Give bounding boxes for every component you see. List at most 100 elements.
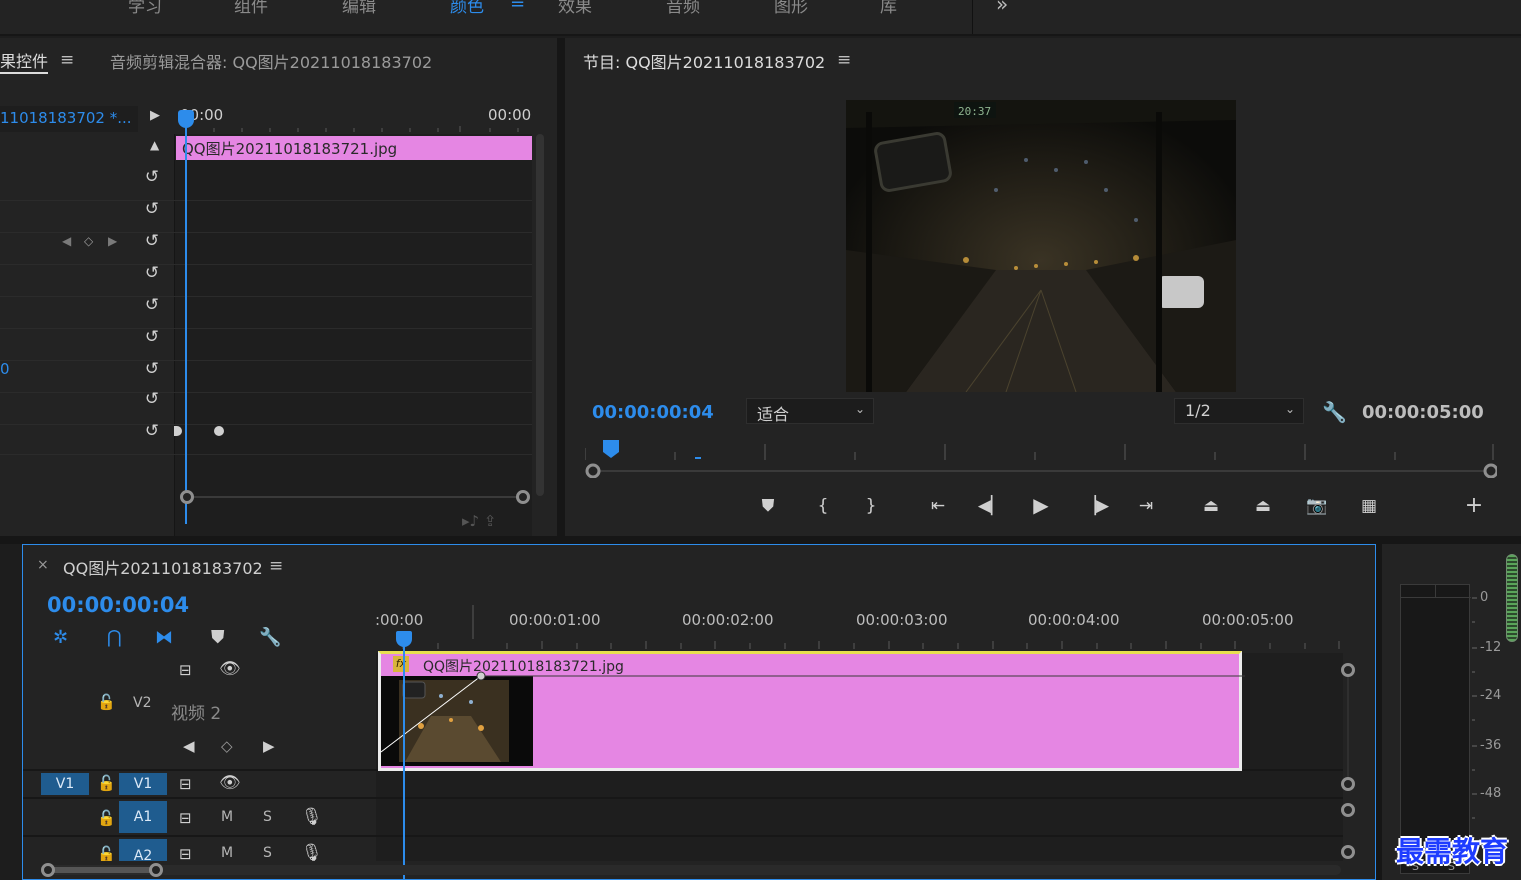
sync-lock-icon[interactable]: ⊟	[179, 845, 192, 861]
collapse-up-icon[interactable]: ▲	[150, 138, 159, 152]
reset-icon[interactable]: ↺	[142, 200, 162, 218]
scroll-thumb[interactable]	[49, 867, 157, 873]
prev-keyframe-icon[interactable]: ◀	[62, 234, 71, 248]
mark-in-icon[interactable]: {	[809, 496, 837, 516]
add-marker-icon[interactable]: ⛊	[211, 627, 225, 648]
go-to-in-icon[interactable]: ⇤	[924, 496, 952, 516]
go-to-out-icon[interactable]: ⇥	[1132, 496, 1160, 516]
property-value[interactable]: 0	[0, 360, 10, 378]
panel-menu-icon[interactable]: ≡	[837, 50, 851, 70]
effect-controls-ruler[interactable]: 00:00 00:00	[174, 100, 532, 132]
workspace-tab-libraries[interactable]: 库	[880, 0, 897, 17]
scroll-knob-right[interactable]	[516, 490, 530, 504]
wrench-icon[interactable]: 🔧	[259, 627, 281, 648]
timeline-horizontal-scrollbar[interactable]	[41, 863, 1341, 877]
scroll-knob[interactable]	[1341, 663, 1355, 677]
program-time-ruler[interactable]	[584, 438, 1499, 479]
track-target-a1[interactable]: A1	[119, 801, 167, 833]
workspace-tab-color[interactable]: 颜色	[450, 0, 484, 17]
workspace-tab-learn[interactable]: 学习	[128, 0, 162, 17]
workspace-menu-icon[interactable]: ≡	[510, 0, 525, 13]
vertical-scrollbar[interactable]	[536, 134, 544, 496]
linked-selection-icon[interactable]: ⧓	[155, 627, 173, 648]
solo-button[interactable]: S	[263, 809, 272, 825]
next-keyframe-icon[interactable]: ▶	[108, 234, 117, 248]
add-marker-icon[interactable]: ⛊	[754, 496, 782, 516]
step-forward-icon[interactable]: ▕▶	[1082, 496, 1110, 516]
sequence-clip-label[interactable]: 11018183702 *...	[0, 106, 138, 132]
track-lane-a2[interactable]	[376, 837, 1343, 861]
close-icon[interactable]: ×	[37, 557, 49, 573]
timeline-timecode[interactable]: 00:00:00:04	[47, 593, 189, 617]
workspace-tab-editing[interactable]: 编辑	[342, 0, 376, 17]
effect-playhead-handle[interactable]	[178, 110, 194, 128]
eye-icon[interactable]: 👁	[219, 659, 241, 679]
step-back-icon[interactable]: ◀▏	[977, 496, 1005, 516]
scroll-knob-right[interactable]	[149, 863, 163, 877]
track-header-v2[interactable]: 🔓 V2 ⊟ 👁 视频 2 ◀ ◇ ▶	[23, 653, 375, 769]
next-keyframe-icon[interactable]: ▶	[263, 737, 275, 755]
play-icon[interactable]: ▶	[1027, 493, 1055, 517]
effect-clip-bar[interactable]: QQ图片20211018183721.jpg	[176, 136, 532, 160]
workspace-tab-graphics[interactable]: 图形	[774, 0, 808, 17]
panel-gutter[interactable]	[557, 38, 565, 536]
meter-scrollbar[interactable]	[1506, 554, 1518, 642]
snap-magnet-icon[interactable]: ⋂	[107, 627, 122, 648]
workspace-tab-assembly[interactable]: 组件	[234, 0, 268, 17]
playback-resolution-dropdown[interactable]: 1/2 ⌄	[1174, 398, 1304, 424]
timeline-sequence-title[interactable]: QQ图片20211018183702	[63, 555, 263, 579]
add-keyframe-icon[interactable]: ◇	[84, 234, 93, 248]
eye-icon[interactable]: 👁	[219, 773, 241, 793]
effect-keyframe-area[interactable]	[174, 134, 532, 544]
lock-icon[interactable]: 🔓	[97, 809, 116, 827]
chevron-double-right-icon[interactable]: »	[996, 0, 1008, 16]
play-triangle-icon[interactable]: ▶	[150, 108, 160, 123]
panel-menu-icon[interactable]: ≡	[60, 50, 74, 70]
timeline-time-ruler[interactable]: :00:00 00:00:01:00 00:00:02:00 00:00:03:…	[375, 605, 1345, 653]
scroll-knob[interactable]	[1341, 845, 1355, 859]
mark-out-icon[interactable]: }	[857, 496, 885, 516]
reset-icon[interactable]: ↺	[142, 296, 162, 314]
reset-icon[interactable]: ↺	[142, 232, 162, 250]
lock-icon[interactable]: 🔓	[97, 693, 116, 711]
panel-menu-icon[interactable]: ≡	[269, 556, 283, 576]
wrench-icon[interactable]: 🔧	[1322, 400, 1347, 424]
reset-icon[interactable]: ↺	[142, 360, 162, 378]
mute-button[interactable]: M	[221, 809, 233, 825]
effect-playhead-line[interactable]	[185, 126, 187, 524]
tab-audio-clip-mixer[interactable]: 音频剪辑混合器: QQ图片20211018183702	[110, 49, 432, 73]
workspace-tab-audio[interactable]: 音频	[666, 0, 700, 17]
scroll-knob[interactable]	[1341, 777, 1355, 791]
panel-gutter[interactable]	[0, 536, 1521, 544]
timeline-playhead-line[interactable]	[403, 633, 405, 880]
program-video-frame[interactable]: 20:37	[846, 100, 1236, 392]
scroll-knob-left[interactable]	[41, 863, 55, 877]
camera-icon[interactable]: 📷	[1303, 496, 1331, 516]
lock-icon[interactable]: 🔓	[97, 774, 116, 792]
export-icons[interactable]: ▸♪ ⇪	[462, 512, 496, 530]
reset-icon[interactable]: ↺	[142, 422, 162, 440]
sync-lock-icon[interactable]: ⊟	[179, 809, 192, 827]
track-name-v2[interactable]: 视频 2	[171, 699, 221, 724]
microphone-icon[interactable]: 🎙	[301, 843, 323, 861]
add-keyframe-icon[interactable]: ◇	[221, 737, 233, 755]
track-target-v1[interactable]: V1	[119, 773, 167, 795]
tab-effect-controls[interactable]: 果控件	[0, 48, 48, 72]
nest-icon[interactable]: ✲	[53, 627, 68, 648]
reset-icon[interactable]: ↺	[142, 264, 162, 282]
workspace-tab-effects[interactable]: 效果	[558, 0, 592, 17]
zoom-fit-dropdown[interactable]: 适合 ⌄	[746, 398, 874, 424]
track-header-a2[interactable]: 🔓 A2 ⊟ M S 🎙	[23, 837, 375, 861]
extract-icon[interactable]: ⏏	[1249, 496, 1277, 516]
scroll-knob-left[interactable]	[180, 490, 194, 504]
horizontal-zoom-scrollbar[interactable]	[180, 490, 530, 504]
sync-lock-icon[interactable]: ⊟	[179, 661, 192, 679]
program-monitor-title[interactable]: 节目: QQ图片20211018183702	[583, 49, 825, 73]
reset-icon[interactable]: ↺	[142, 168, 162, 186]
reset-icon[interactable]: ↺	[142, 328, 162, 346]
source-patch-v1[interactable]: V1	[41, 773, 89, 795]
prev-keyframe-icon[interactable]: ◀	[183, 737, 195, 755]
keyframe-dot[interactable]	[214, 426, 224, 436]
lift-icon[interactable]: ⏏	[1197, 496, 1225, 516]
mute-button[interactable]: M	[221, 845, 233, 861]
